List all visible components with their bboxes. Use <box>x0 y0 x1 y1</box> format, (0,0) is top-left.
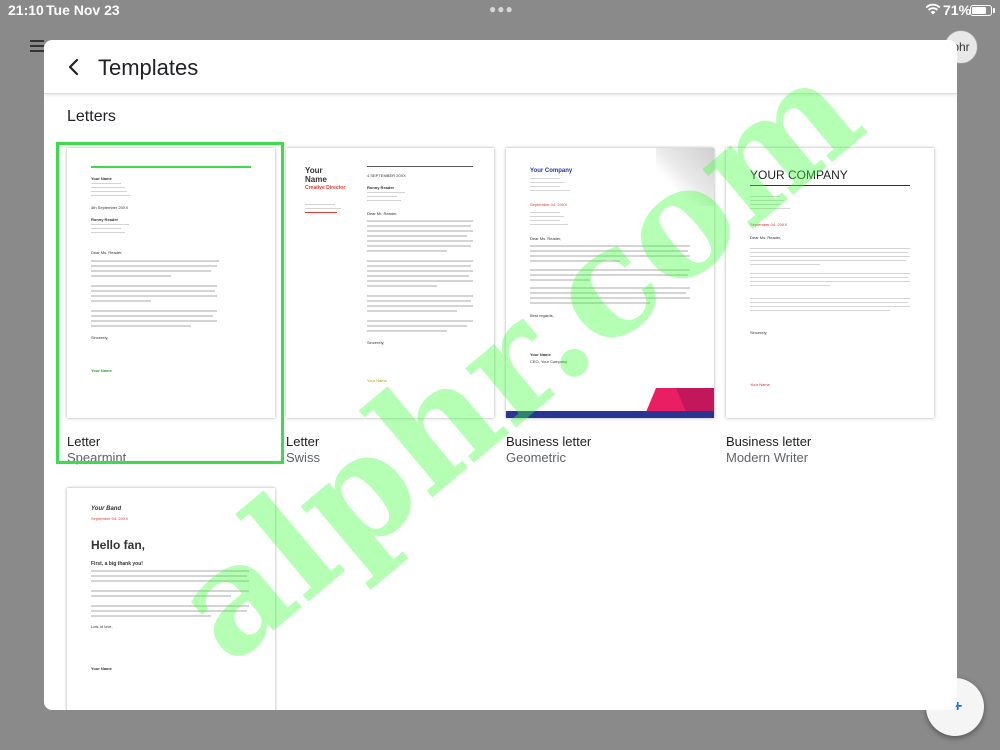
geometric-footer-graphic <box>506 388 714 418</box>
template-thumbnail: Your Company September 04, 20XX Dear Ms.… <box>506 148 714 418</box>
battery-percent: 71% <box>943 2 972 18</box>
template-variant: Spearmint <box>67 450 127 465</box>
section-title-letters: Letters <box>67 108 116 125</box>
template-thumbnail: YOUR COMPANY September 04, 20XX Dear Ms.… <box>726 148 934 418</box>
background-menu-icon <box>30 40 44 52</box>
chevron-left-icon[interactable] <box>64 57 84 77</box>
templates-dialog: Templates Letters Your Name 4th Septembe… <box>44 40 957 710</box>
template-thumbnail: Your Band September 04, 20XX Hello fan, … <box>67 488 275 710</box>
dialog-header: Templates <box>44 40 957 94</box>
template-thumbnail: Your Name Creative Director 4 SEPTEMBER … <box>286 148 494 418</box>
template-variant: Geometric <box>506 450 566 465</box>
template-name: Letter <box>286 434 320 449</box>
multitasking-dots-icon[interactable]: ●●● <box>489 2 514 16</box>
page-title: Templates <box>98 55 199 80</box>
status-time: 21:10 <box>8 2 44 18</box>
template-name: Business letter <box>506 434 592 449</box>
template-variant: Swiss <box>286 450 320 465</box>
status-date: Tue Nov 23 <box>46 2 120 18</box>
battery-icon <box>970 5 992 16</box>
template-thumbnail: Your Name 4th September 20XX Ronny Reade… <box>67 148 275 418</box>
status-bar: 21:10 Tue Nov 23 ●●● 71% <box>0 0 1000 22</box>
template-name: Business letter <box>726 434 812 449</box>
template-variant: Modern Writer <box>726 450 809 465</box>
template-name: Letter <box>67 434 101 449</box>
wifi-icon <box>925 3 941 15</box>
